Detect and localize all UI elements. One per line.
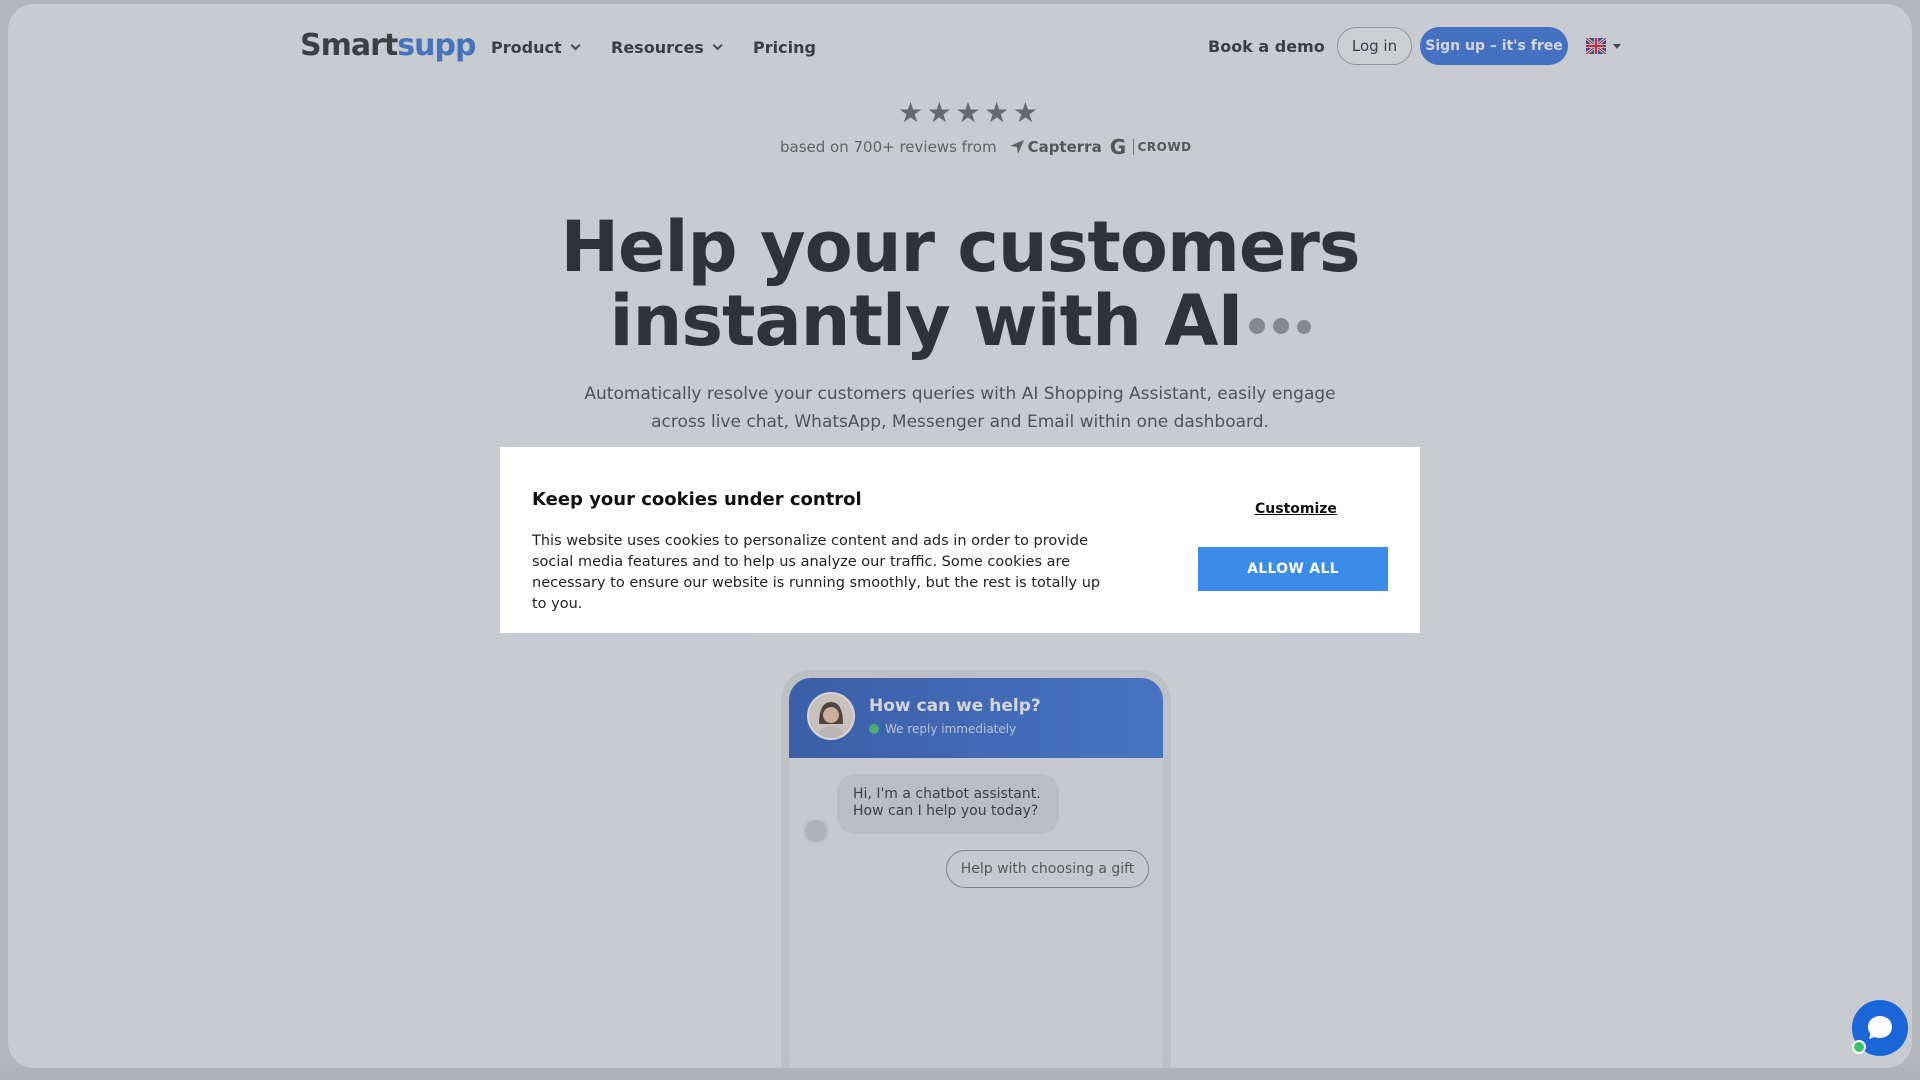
cookie-consent-dialog: Keep your cookies under control This web…: [500, 447, 1420, 633]
chat-bubble-icon: [1868, 1016, 1892, 1039]
cookie-description: This website uses cookies to personalize…: [532, 533, 1101, 612]
allow-all-cookies-button[interactable]: ALLOW ALL: [1198, 547, 1388, 591]
online-status-icon: [1852, 1040, 1866, 1054]
cookie-title: Keep your cookies under control: [532, 489, 862, 510]
customize-cookies-link[interactable]: Customize: [1255, 501, 1337, 517]
